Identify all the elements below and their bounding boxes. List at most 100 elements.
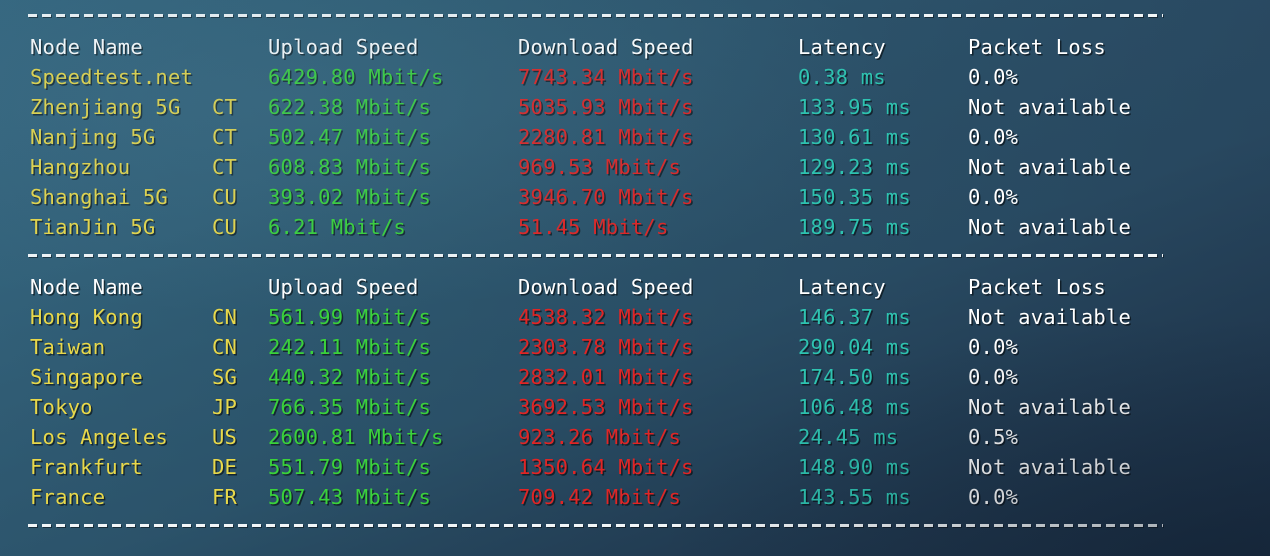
cell-node-name: Frankfurt (30, 455, 143, 479)
table-header-row: Node Name Upload Speed Download Speed La… (0, 32, 1270, 62)
cell-node-name: Tokyo (30, 395, 93, 419)
cell-country-code: SG (212, 365, 238, 389)
cell-country-code: JP (212, 395, 238, 419)
speedtest-table-international: Node Name Upload Speed Download Speed La… (0, 272, 1270, 512)
cell-download-speed: 923.26 Mbit/s (518, 425, 682, 449)
cell-download-speed: 2303.78 Mbit/s (518, 335, 694, 359)
cell-packet-loss: 0.0% (968, 485, 1019, 509)
cell-node-name: Nanjing 5G (30, 125, 156, 149)
cell-download-speed: 1350.64 Mbit/s (518, 455, 694, 479)
cell-packet-loss: Not available (968, 95, 1132, 119)
cell-node-name: Singapore (30, 365, 143, 389)
cell-upload-speed: 622.38 Mbit/s (268, 95, 432, 119)
table-body-domestic: Speedtest.net 6429.80 Mbit/s 7743.34 Mbit/… (0, 62, 1270, 242)
cell-packet-loss: Not available (968, 305, 1132, 329)
column-header-node-name: Node Name (30, 35, 143, 59)
cell-packet-loss: Not available (968, 395, 1132, 419)
separator-line-bottom (28, 524, 1163, 527)
cell-packet-loss: 0.0% (968, 335, 1019, 359)
cell-latency: 150.35 ms (798, 185, 911, 209)
cell-country-code: DE (212, 455, 238, 479)
cell-packet-loss: Not available (968, 155, 1132, 179)
cell-upload-speed: 507.43 Mbit/s (268, 485, 432, 509)
cell-node-name: Zhenjiang 5G (30, 95, 181, 119)
cell-latency: 148.90 ms (798, 455, 911, 479)
table-row: Los Angeles US 2600.81 Mbit/s 923.26 Mbit/s… (0, 422, 1270, 452)
table-row: Hong Kong CN 561.99 Mbit/s 4538.32 Mbit/s 14… (0, 302, 1270, 332)
cell-packet-loss: 0.0% (968, 65, 1019, 89)
cell-upload-speed: 2600.81 Mbit/s (268, 425, 444, 449)
cell-node-name: Hangzhou (30, 155, 131, 179)
cell-latency: 143.55 ms (798, 485, 911, 509)
table-row: TianJin 5G CU 6.21 Mbit/s 51.45 Mbit/s 189.7… (0, 212, 1270, 242)
cell-country-code: CT (212, 125, 238, 149)
cell-node-name: Shanghai 5G (30, 185, 168, 209)
table-row: Tokyo JP 766.35 Mbit/s 3692.53 Mbit/s 106.48… (0, 392, 1270, 422)
cell-upload-speed: 502.47 Mbit/s (268, 125, 432, 149)
cell-node-name: Los Angeles (30, 425, 168, 449)
column-header-download-speed: Download Speed (518, 275, 694, 299)
column-header-packet-loss: Packet Loss (968, 275, 1106, 299)
cell-upload-speed: 561.99 Mbit/s (268, 305, 432, 329)
cell-download-speed: 4538.32 Mbit/s (518, 305, 694, 329)
cell-upload-speed: 766.35 Mbit/s (268, 395, 432, 419)
cell-packet-loss: 0.0% (968, 365, 1019, 389)
cell-country-code: CT (212, 155, 238, 179)
cell-latency: 106.48 ms (798, 395, 911, 419)
column-header-upload-speed: Upload Speed (268, 275, 419, 299)
cell-latency: 24.45 ms (798, 425, 899, 449)
cell-packet-loss: Not available (968, 215, 1132, 239)
table-row: Speedtest.net 6429.80 Mbit/s 7743.34 Mbit/… (0, 62, 1270, 92)
cell-node-name: Hong Kong (30, 305, 143, 329)
cell-packet-loss: 0.0% (968, 125, 1019, 149)
cell-packet-loss: 0.0% (968, 185, 1019, 209)
cell-latency: 174.50 ms (798, 365, 911, 389)
separator-line-middle (28, 254, 1163, 257)
separator-line-top (28, 14, 1163, 17)
cell-upload-speed: 6.21 Mbit/s (268, 215, 406, 239)
column-header-download-speed: Download Speed (518, 35, 694, 59)
table-row: Zhenjiang 5G CT 622.38 Mbit/s 5035.93 Mbit/… (0, 92, 1270, 122)
cell-latency: 133.95 ms (798, 95, 911, 119)
cell-node-name: TianJin 5G (30, 215, 156, 239)
terminal-output-pane: Node Name Upload Speed Download Speed La… (0, 0, 1270, 556)
cell-node-name: France (30, 485, 106, 509)
cell-country-code: US (212, 425, 238, 449)
cell-packet-loss: Not available (968, 455, 1132, 479)
cell-country-code: CU (212, 185, 238, 209)
table-row: Singapore SG 440.32 Mbit/s 2832.01 Mbit/s 17… (0, 362, 1270, 392)
table-row: Hangzhou CT 608.83 Mbit/s 969.53 Mbit/s 129.… (0, 152, 1270, 182)
cell-country-code: CN (212, 305, 238, 329)
cell-latency: 146.37 ms (798, 305, 911, 329)
cell-latency: 129.23 ms (798, 155, 911, 179)
column-header-latency: Latency (798, 275, 886, 299)
column-header-latency: Latency (798, 35, 886, 59)
column-header-packet-loss: Packet Loss (968, 35, 1106, 59)
cell-node-name: Taiwan (30, 335, 106, 359)
cell-download-speed: 969.53 Mbit/s (518, 155, 682, 179)
cell-download-speed: 2280.81 Mbit/s (518, 125, 694, 149)
cell-upload-speed: 6429.80 Mbit/s (268, 65, 444, 89)
table-row: Nanjing 5G CT 502.47 Mbit/s 2280.81 Mbit/s 1… (0, 122, 1270, 152)
column-header-upload-speed: Upload Speed (268, 35, 419, 59)
cell-download-speed: 3692.53 Mbit/s (518, 395, 694, 419)
cell-download-speed: 2832.01 Mbit/s (518, 365, 694, 389)
cell-node-name: Speedtest.net (30, 65, 194, 89)
cell-download-speed: 51.45 Mbit/s (518, 215, 669, 239)
cell-packet-loss: 0.5% (968, 425, 1019, 449)
cell-upload-speed: 242.11 Mbit/s (268, 335, 432, 359)
cell-latency: 290.04 ms (798, 335, 911, 359)
cell-upload-speed: 551.79 Mbit/s (268, 455, 432, 479)
cell-country-code: CU (212, 215, 238, 239)
cell-upload-speed: 608.83 Mbit/s (268, 155, 432, 179)
cell-latency: 189.75 ms (798, 215, 911, 239)
cell-download-speed: 3946.70 Mbit/s (518, 185, 694, 209)
table-row: France FR 507.43 Mbit/s 709.42 Mbit/s 143.55… (0, 482, 1270, 512)
cell-latency: 130.61 ms (798, 125, 911, 149)
cell-upload-speed: 440.32 Mbit/s (268, 365, 432, 389)
cell-download-speed: 709.42 Mbit/s (518, 485, 682, 509)
cell-country-code: CT (212, 95, 238, 119)
table-header-row: Node Name Upload Speed Download Speed La… (0, 272, 1270, 302)
cell-upload-speed: 393.02 Mbit/s (268, 185, 432, 209)
column-header-node-name: Node Name (30, 275, 143, 299)
